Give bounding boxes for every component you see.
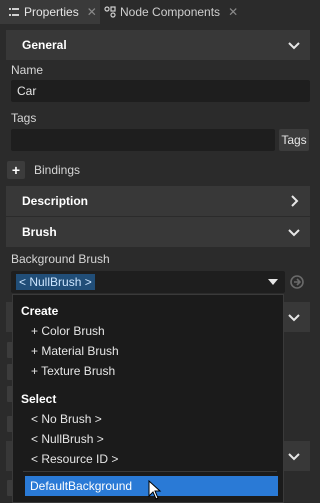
- chevron-right-icon: [291, 195, 299, 207]
- tab-node-components[interactable]: Node Components ✕: [100, 0, 250, 24]
- tab-node-components-label: Node Components: [120, 5, 221, 19]
- create-group-title: Create: [21, 304, 59, 318]
- tab-bar: Properties ✕ Node Components ✕: [0, 0, 320, 24]
- section-general-header[interactable]: General: [6, 30, 310, 60]
- tags-button[interactable]: Tags: [279, 129, 309, 151]
- select-resource-id-item[interactable]: < Resource ID >: [31, 452, 118, 466]
- close-icon[interactable]: ✕: [228, 5, 238, 19]
- name-value: Car: [17, 84, 37, 98]
- select-group-title: Select: [21, 392, 57, 406]
- name-field[interactable]: Car: [11, 80, 310, 102]
- background-brush-label: Background Brush: [11, 252, 110, 266]
- close-icon[interactable]: ✕: [87, 5, 97, 19]
- dropdown-arrow-icon[interactable]: [268, 279, 278, 285]
- add-binding-button[interactable]: +: [7, 161, 25, 179]
- name-label: Name: [11, 63, 44, 77]
- brush-dropdown-popup: Create + Color Brush + Material Brush + …: [12, 294, 284, 503]
- chevron-down-icon: [288, 453, 300, 461]
- popup-divider: [23, 471, 277, 472]
- background-brush-dropdown[interactable]: < NullBrush >: [11, 271, 285, 293]
- section-title: Description: [22, 194, 89, 208]
- section-title: General: [22, 38, 67, 52]
- bindings-label: Bindings: [34, 163, 81, 177]
- create-texture-brush-item[interactable]: + Texture Brush: [31, 364, 115, 378]
- chevron-down-icon: [288, 42, 300, 50]
- tags-label: Tags: [11, 111, 37, 125]
- reset-icon[interactable]: [289, 274, 305, 290]
- select-nullbrush-item[interactable]: < NullBrush >: [31, 432, 104, 446]
- tab-properties-label: Properties: [24, 5, 79, 19]
- section-brush-header[interactable]: Brush: [6, 217, 310, 247]
- section-description-header[interactable]: Description: [6, 186, 310, 216]
- create-material-brush-item[interactable]: + Material Brush: [31, 344, 119, 358]
- chevron-down-icon: [288, 229, 300, 237]
- section-title: Brush: [22, 225, 57, 239]
- node-components-icon: [104, 6, 116, 18]
- chevron-down-icon: [288, 314, 300, 322]
- select-no-brush-item[interactable]: < No Brush >: [31, 412, 102, 426]
- tab-properties[interactable]: Properties ✕: [0, 0, 100, 24]
- tags-field[interactable]: [11, 129, 275, 151]
- create-color-brush-item[interactable]: + Color Brush: [31, 324, 105, 338]
- background-brush-value: < NullBrush >: [16, 274, 95, 290]
- properties-icon: [8, 6, 20, 18]
- mouse-cursor-icon: [148, 480, 162, 500]
